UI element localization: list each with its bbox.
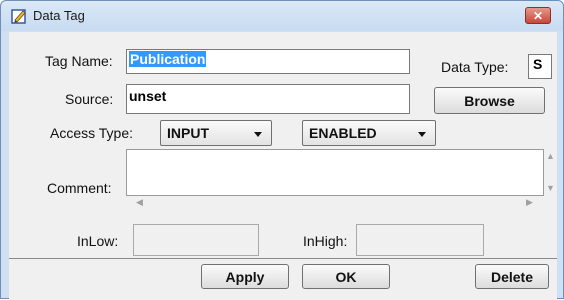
scroll-down-icon[interactable]: ▼	[546, 184, 555, 193]
tag-name-value: Publication	[129, 51, 207, 67]
source-label: Source:	[65, 91, 114, 107]
inlow-label: InLow:	[77, 233, 119, 249]
tag-name-input[interactable]: Publication	[126, 49, 410, 74]
data-tag-dialog: Data Tag ✕ Tag Name: Publication Data Ty…	[0, 0, 564, 300]
access-type-value: INPUT	[167, 125, 209, 141]
button-row-separator	[9, 258, 557, 259]
browse-button[interactable]: Browse	[434, 87, 545, 114]
enabled-select[interactable]: ENABLED	[302, 120, 436, 146]
delete-button[interactable]: Delete	[475, 264, 549, 289]
close-button[interactable]: ✕	[525, 7, 551, 24]
scroll-up-icon[interactable]: ▲	[546, 152, 555, 161]
dialog-body: Tag Name: Publication Data Type: S Sourc…	[9, 32, 557, 300]
comment-label: Comment:	[47, 180, 112, 196]
comment-vertical-scrollbar[interactable]: ▲ ▼	[544, 149, 557, 196]
inhigh-label: InHigh:	[303, 233, 348, 249]
title-bar[interactable]: Data Tag ✕	[1, 1, 563, 31]
window-title: Data Tag	[33, 8, 85, 23]
edit-tag-icon	[11, 9, 26, 24]
source-input[interactable]: unset	[126, 84, 410, 114]
enabled-value: ENABLED	[309, 125, 377, 141]
scroll-left-icon[interactable]: ◀	[136, 198, 143, 207]
chevron-down-icon	[254, 132, 262, 137]
comment-textarea[interactable]	[126, 149, 544, 196]
access-type-label: Access Type:	[50, 125, 134, 141]
access-type-select[interactable]: INPUT	[160, 120, 272, 146]
close-icon: ✕	[532, 8, 544, 23]
data-type-input[interactable]: S	[528, 54, 552, 79]
tag-name-label: Tag Name:	[45, 53, 113, 69]
inlow-input[interactable]	[133, 224, 259, 256]
ok-button[interactable]: OK	[302, 264, 390, 289]
comment-horizontal-scrollbar[interactable]: ◀ ▶	[126, 196, 544, 210]
inhigh-input[interactable]	[356, 224, 484, 256]
chevron-down-icon	[418, 132, 426, 137]
scroll-right-icon[interactable]: ▶	[526, 198, 533, 207]
data-type-label: Data Type:	[441, 59, 509, 75]
apply-button[interactable]: Apply	[201, 264, 289, 289]
